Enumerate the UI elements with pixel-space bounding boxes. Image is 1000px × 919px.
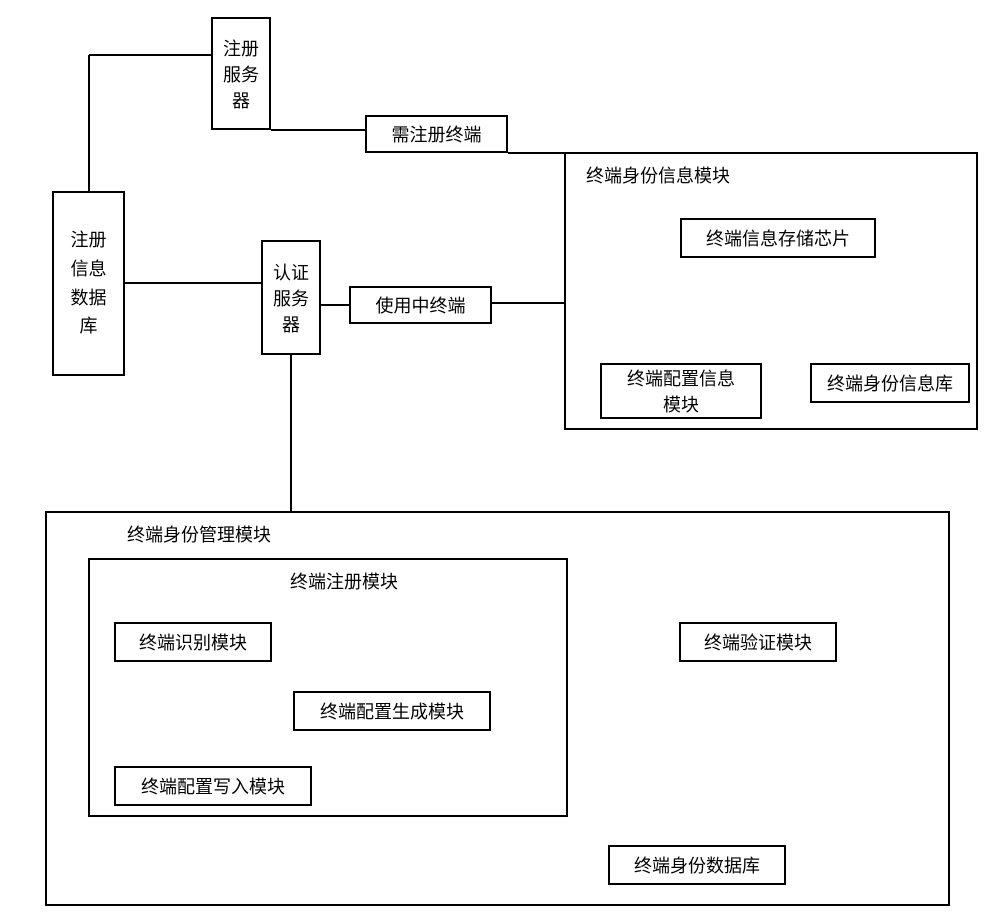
label-id-info-module: 终端身份信息模块 xyxy=(586,162,730,188)
diagram-canvas: 注册 服务 器 需注册终端 注册 信息 数据 库 认证 服务 器 使用中终端 终… xyxy=(0,0,1000,919)
box-id-db: 终端身份数据库 xyxy=(608,845,786,885)
box-config-gen-module: 终端配置生成模块 xyxy=(293,691,491,731)
box-registration-server: 注册 服务 器 xyxy=(211,17,271,130)
box-auth-server: 认证 服务 器 xyxy=(261,240,321,355)
box-id-info-lib: 终端身份信息库 xyxy=(810,363,970,403)
box-verify-module: 终端验证模块 xyxy=(679,622,837,662)
box-registration-terminal: 需注册终端 xyxy=(365,115,508,153)
label-terminal-reg-module: 终端注册模块 xyxy=(290,568,398,594)
box-inuse-terminal: 使用中终端 xyxy=(349,286,492,324)
box-config-write-module: 终端配置写入模块 xyxy=(114,766,312,806)
box-storage-chip: 终端信息存储芯片 xyxy=(680,218,876,258)
box-recognition-module: 终端识别模块 xyxy=(114,622,272,662)
label-id-mgmt-module: 终端身份管理模块 xyxy=(127,521,271,547)
box-config-info-module: 终端配置信息 模块 xyxy=(600,363,762,419)
box-registration-db: 注册 信息 数据 库 xyxy=(52,191,125,376)
